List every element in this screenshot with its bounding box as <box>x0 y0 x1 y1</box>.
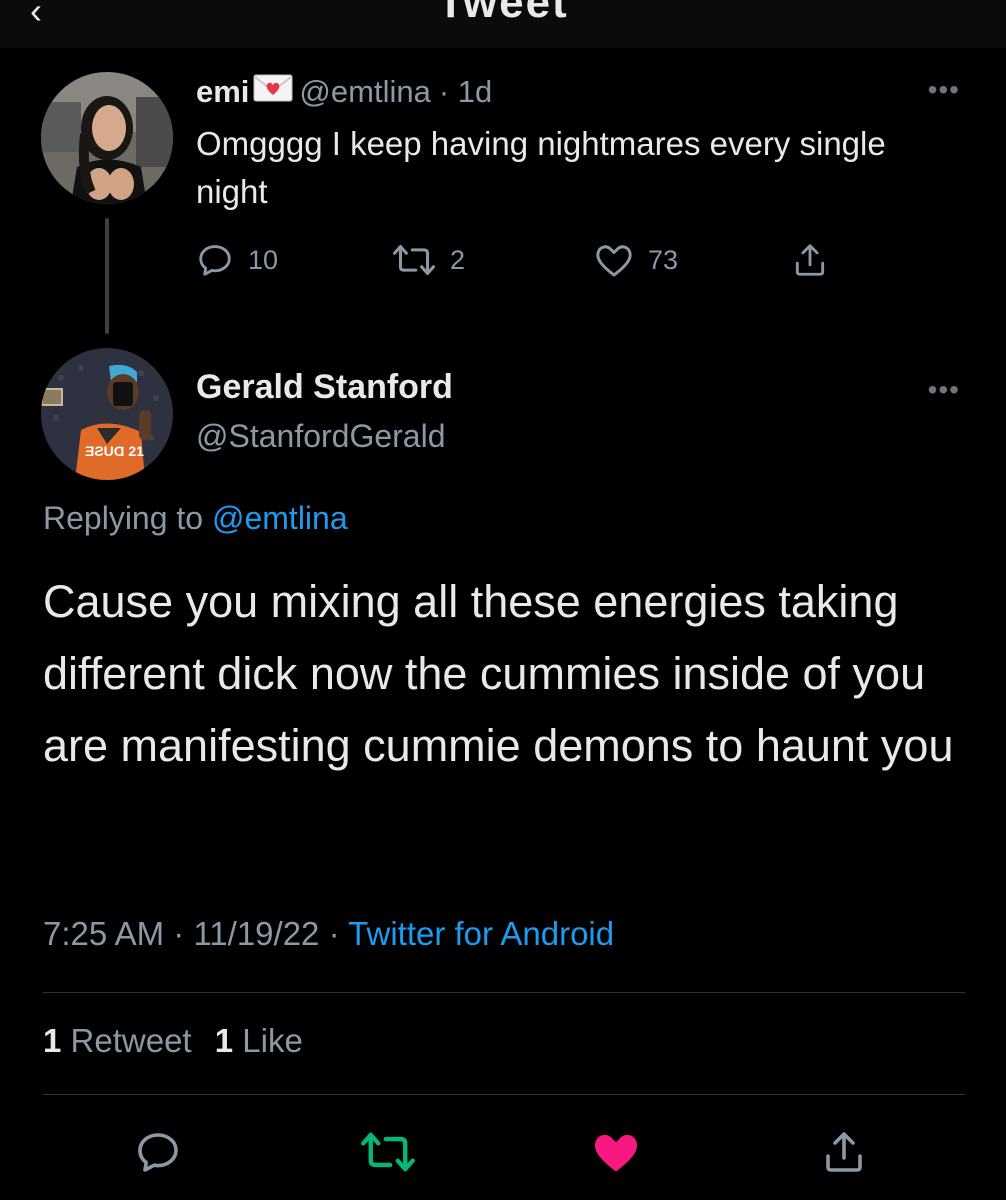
tweet-page: ‹ Tweet emi @emtlina · 1d ••• Omgggg I k… <box>0 0 1006 1200</box>
share-icon <box>795 244 825 276</box>
share-button[interactable] <box>791 238 829 282</box>
parent-tweet-text: Omgggg I keep having nightmares every si… <box>196 125 886 210</box>
parent-author-handle[interactable]: @emtlina <box>299 74 430 110</box>
main-retweet-button[interactable] <box>360 1128 416 1181</box>
more-icon[interactable]: ••• <box>928 374 960 406</box>
reply-icon <box>199 245 231 276</box>
divider <box>43 992 965 993</box>
retweet-icon <box>393 244 435 276</box>
retweet-icon <box>361 1132 415 1172</box>
replying-prefix: Replying to <box>43 500 204 536</box>
reply-count: 10 <box>248 244 279 275</box>
tweet-meta: 7:25 AM · 11/19/22 · Twitter for Android <box>43 915 614 953</box>
main-reply-button[interactable] <box>134 1128 182 1181</box>
jersey-text: ƎƧUⱭ 21 <box>85 443 144 459</box>
reply-button[interactable]: 10 <box>196 238 278 282</box>
author-handle[interactable]: @StanfordGerald <box>196 418 446 455</box>
tweet-text: Cause you mixing all these energies taki… <box>43 576 954 771</box>
like-filled-icon <box>594 1134 638 1172</box>
replying-to-link[interactable]: @emtlina <box>212 500 348 536</box>
parent-tweet-header: emi @emtlina · 1d <box>196 70 492 114</box>
like-icon <box>596 245 632 277</box>
main-share-button[interactable] <box>820 1128 868 1181</box>
share-icon <box>826 1132 862 1172</box>
reply-icon <box>138 1133 178 1172</box>
retweet-count: 2 <box>450 244 466 275</box>
page-title: Tweet <box>437 0 569 27</box>
replying-to: Replying to @emtlina <box>43 500 348 537</box>
tweet-timestamp[interactable]: 7:25 AM · 11/19/22 · <box>43 915 340 952</box>
author-name[interactable]: Gerald Stanford <box>196 368 453 407</box>
thread-line <box>105 218 109 334</box>
gerald-avatar[interactable]: ƎƧUⱭ 21 <box>41 348 173 480</box>
likes-stat[interactable]: 1 Like <box>215 1022 303 1059</box>
like-count: 73 <box>648 244 679 275</box>
retweet-button[interactable]: 2 <box>392 238 465 282</box>
love-letter-emoji-icon <box>253 73 293 111</box>
parent-author-name[interactable]: emi <box>196 74 249 110</box>
engagement-stats: 1 Retweet 1 Like <box>43 1022 303 1060</box>
emi-avatar[interactable] <box>41 72 173 204</box>
main-like-button[interactable] <box>590 1128 642 1181</box>
parent-tweet-time: · 1d <box>438 74 493 109</box>
tweet-source[interactable]: Twitter for Android <box>348 915 614 952</box>
like-button[interactable]: 73 <box>594 238 678 282</box>
top-bar: ‹ Tweet <box>0 0 1006 48</box>
more-icon[interactable]: ••• <box>928 74 960 106</box>
retweets-stat[interactable]: 1 Retweet <box>43 1022 192 1059</box>
divider <box>43 1094 965 1095</box>
